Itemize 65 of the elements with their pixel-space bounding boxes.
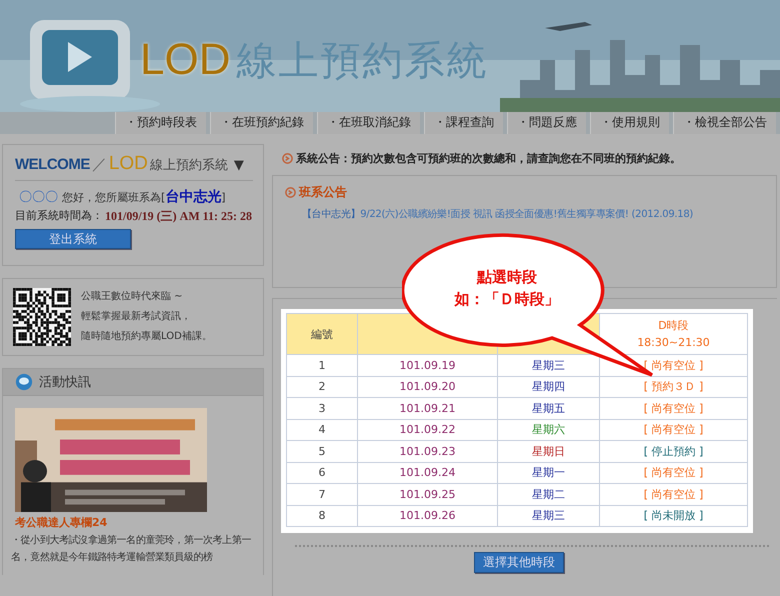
arrow-icon (282, 152, 293, 164)
nav-tab[interactable]: ・在班預約紀錄 (210, 110, 313, 134)
table-cell: 101.09.22 (400, 423, 456, 436)
bracket-text: ] (221, 191, 226, 204)
qr-code-icon (13, 288, 71, 346)
logout-button[interactable]: 登出系統 (15, 229, 131, 249)
table-cell: 101.09.23 (400, 444, 456, 458)
nav-tab[interactable]: ・問題反應 (507, 110, 586, 134)
section-title: 活動快訊 (39, 374, 91, 391)
column-header: 編號 (310, 326, 334, 342)
table-cell: 2 (318, 380, 326, 394)
welcome-label: WELCOME (15, 156, 90, 173)
article-text: ・從小到大考試沒拿過第一名的童莞玲，第一次考上第一名，竟然就是今年鐵路特考運輸營業類員級的榜 (11, 534, 252, 565)
table-cell: 3 (318, 402, 326, 415)
table-cell: 星期三 (532, 358, 565, 372)
article-link[interactable]: 考公職達人專欄24 (15, 515, 263, 530)
table-cell: 星期四 (532, 380, 565, 394)
table-cell: 星期二 (532, 488, 565, 501)
table-cell: 星期六 (532, 423, 565, 436)
arrow-icon (285, 187, 296, 198)
promo-text: 隨時隨地預約專屬LOD補課。 (81, 330, 212, 344)
table-cell: 星期日 (532, 444, 565, 458)
table-cell: 101.09.20 (400, 380, 456, 394)
table-cell: 101.09.24 (400, 466, 456, 480)
nav-tab[interactable]: ・使用規則 (590, 110, 669, 134)
column-header: D時段 (657, 318, 690, 334)
promo-text: 公職王數位時代來臨 ~ (81, 290, 184, 304)
time-value: 101/09/19 (三) AM 11: 25: 28 (105, 208, 252, 225)
branch-link[interactable]: 【台中志光】 (302, 209, 360, 220)
slash-mark: ／ (92, 155, 107, 174)
table-cell: 7 (318, 488, 326, 501)
table-cell: 星期五 (532, 402, 565, 415)
table-cell: 101.09.19 (400, 358, 456, 372)
system-title: 線上預約系統 (150, 157, 228, 174)
table-cell: 6 (318, 466, 326, 480)
greeting-text: 您好，您所屬班系為[ (62, 190, 166, 205)
logo-text: LOD (140, 34, 230, 86)
notice-text: 系統公告：預約次數包含可預約班的次數總和，請查詢您在不同班的預約紀錄。 (296, 150, 681, 166)
dropdown-toggle[interactable]: ▼ (234, 158, 244, 173)
nav-tab[interactable]: ・在班取消紀錄 (317, 110, 420, 134)
nav-tab[interactable]: ・檢視全部公告 (673, 110, 776, 134)
table-cell: 4 (318, 423, 326, 436)
table-cell: 星期三 (532, 509, 565, 522)
other-slot-button[interactable]: 選擇其他時段 (474, 552, 564, 573)
lod-label: LOD (108, 153, 148, 175)
table-cell: 101.09.25 (400, 488, 456, 501)
notice-link[interactable]: 9/22(六)公職繽紛樂!面授 視訊 函授全面優惠!舊生獨享專案價! (2012.09.18) (360, 209, 693, 220)
nav-tab[interactable]: ・課程查詢 (424, 110, 503, 134)
notice-title: 班系公告 (299, 184, 347, 201)
logo-title: 線上預約系統 (236, 37, 488, 86)
column-time: 18:30~21:30 (636, 335, 711, 351)
time-label: 目前系統時間為： (15, 208, 103, 224)
promo-text: 輕鬆掌握最新考試資訊， (81, 310, 192, 324)
chat-bubble-icon (15, 373, 33, 391)
nav-tab[interactable]: ・預約時段表 (115, 110, 206, 134)
table-cell: 8 (318, 509, 326, 522)
branch-name: 台中志光 (165, 188, 222, 206)
table-cell: 1 (318, 358, 326, 372)
table-cell: 星期一 (532, 466, 565, 480)
table-cell: 101.09.26 (400, 509, 456, 522)
table-cell: 5 (318, 444, 326, 458)
table-cell: 101.09.21 (400, 402, 456, 415)
user-name: 〇〇〇 (19, 189, 58, 206)
callout-text: 點選時段 (477, 267, 537, 288)
callout-text: 如：「Ｄ時段」 (454, 289, 560, 310)
